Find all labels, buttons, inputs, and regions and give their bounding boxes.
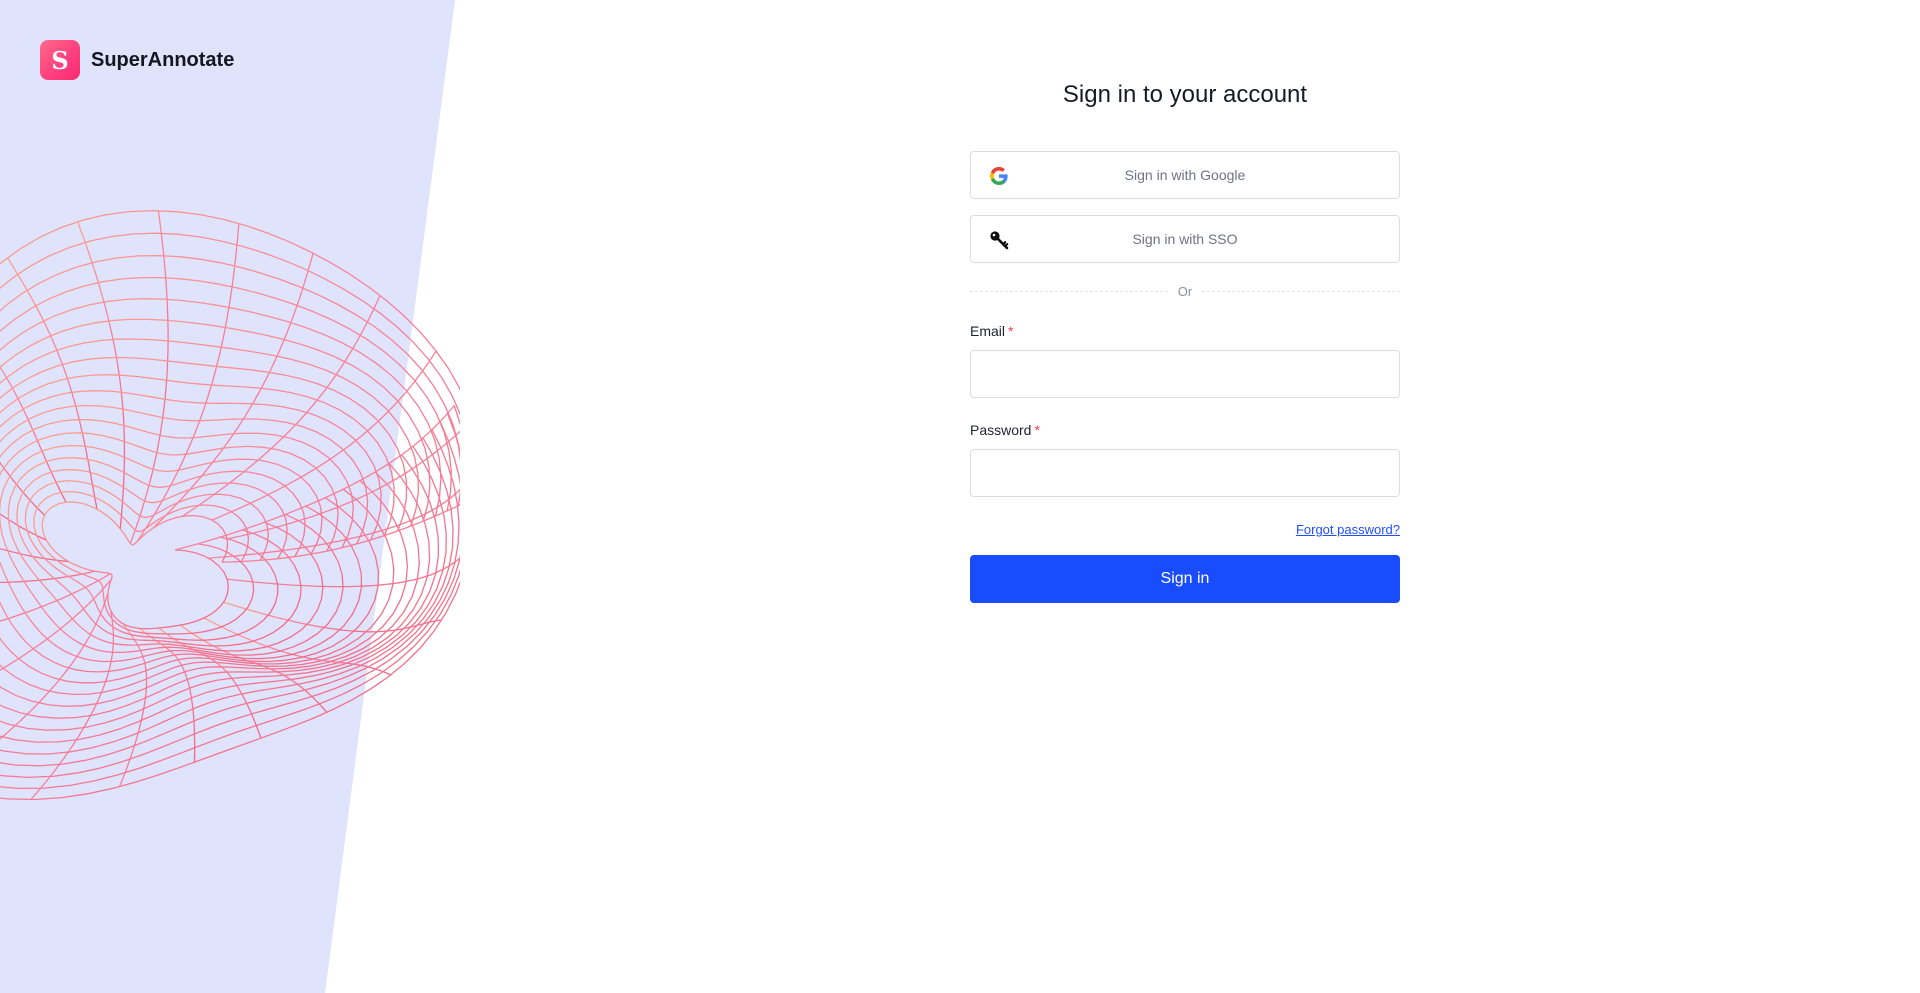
key-icon	[989, 230, 1009, 250]
email-field[interactable]	[970, 350, 1400, 398]
password-required-marker: *	[1034, 422, 1040, 438]
left-panel-background	[0, 0, 455, 993]
brand[interactable]: S SuperAnnotate	[40, 40, 234, 80]
brand-name: SuperAnnotate	[91, 48, 235, 71]
email-label-text: Email	[970, 323, 1006, 339]
divider-text: Or	[1177, 283, 1193, 299]
or-divider: Or	[970, 281, 1401, 301]
divider-line-right	[1202, 290, 1401, 292]
divider-line-left	[970, 290, 1168, 292]
email-label: Email *	[970, 321, 1400, 341]
sso-signin-label: Sign in with SSO	[1132, 231, 1238, 247]
wave-mesh-illustration	[0, 0, 460, 993]
google-signin-label: Sign in with Google	[1124, 167, 1246, 183]
forgot-password-link[interactable]: Forgot password?	[1296, 522, 1400, 537]
sso-signin-button[interactable]: Sign in with SSO	[970, 215, 1400, 263]
logo-letter: S	[51, 45, 69, 75]
password-field[interactable]	[970, 449, 1400, 497]
login-page: S SuperAnnotate Sign in to your account …	[0, 0, 1920, 993]
email-required-marker: *	[1008, 323, 1014, 339]
forgot-password-row: Forgot password?	[970, 521, 1400, 539]
google-signin-button[interactable]: Sign in with Google	[970, 151, 1400, 199]
page-title: Sign in to your account	[1062, 81, 1308, 108]
signin-form: Sign in to your account Sign in with Goo…	[970, 0, 1401, 603]
left-illustration-panel: S SuperAnnotate	[0, 0, 460, 993]
google-g-icon	[989, 166, 1009, 186]
password-label-text: Password	[970, 422, 1032, 438]
signin-submit-button[interactable]: Sign in	[970, 555, 1400, 603]
password-label: Password *	[970, 420, 1400, 440]
superannotate-logo-icon: S	[40, 40, 80, 80]
